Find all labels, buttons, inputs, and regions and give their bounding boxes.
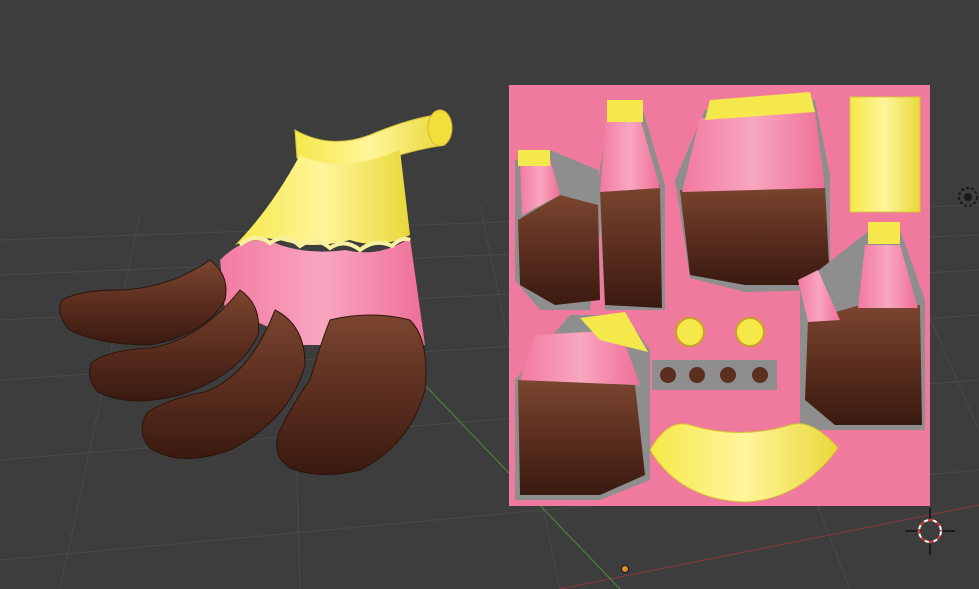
- uv-island-mid-brown: [680, 185, 830, 285]
- uv-hex-1: [660, 367, 676, 383]
- uv-island-strip2-brown: [600, 185, 662, 308]
- viewport-canvas[interactable]: [0, 0, 979, 589]
- uv-hex-3: [720, 367, 736, 383]
- uv-island-right-yellow: [868, 222, 900, 244]
- uv-island-right-brown: [805, 305, 922, 425]
- origin-dot-icon[interactable]: [621, 565, 629, 573]
- uv-island-topleft-yellow: [518, 150, 550, 166]
- uv-hex-4: [752, 367, 768, 383]
- 3d-cursor-icon[interactable]: [905, 508, 955, 555]
- banana-stem: [294, 114, 446, 169]
- uv-hex-2: [689, 367, 705, 383]
- uv-circle-right: [735, 317, 765, 347]
- stem-cap: [427, 109, 453, 147]
- banana-model[interactable]: [59, 109, 453, 476]
- uv-island-strip2-yellow: [607, 100, 643, 122]
- uv-circle-left: [675, 317, 705, 347]
- light-icon[interactable]: [958, 187, 978, 207]
- axis-x-line: [559, 504, 979, 589]
- banana-peel-yellow: [235, 150, 410, 245]
- uv-island-mid-pink: [682, 110, 825, 192]
- texture-preview-plane[interactable]: [509, 85, 930, 506]
- 3d-viewport[interactable]: [0, 0, 979, 589]
- uv-island-bottomleft-brown: [518, 380, 645, 495]
- uv-island-stem: [849, 96, 921, 213]
